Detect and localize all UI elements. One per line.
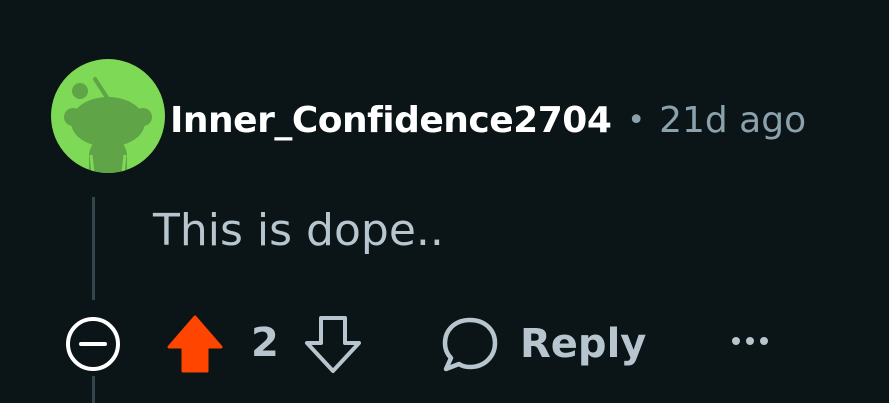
downvote-button[interactable] (303, 313, 363, 375)
snoo-avatar-icon (64, 77, 152, 173)
comment-body: This is dope.. (153, 205, 444, 256)
meta-separator: • (627, 102, 646, 138)
more-options-icon (732, 337, 768, 345)
author-username[interactable]: Inner_Confidence2704 (170, 100, 612, 141)
vote-count: 2 (251, 320, 279, 366)
thread-line-continuation[interactable] (92, 376, 95, 403)
comment-bubble-icon (442, 317, 498, 372)
collapse-icon (66, 317, 120, 371)
thread-line[interactable] (92, 197, 95, 300)
upvote-button[interactable] (165, 313, 225, 375)
comment: Inner_Confidence2704 • 21d ago This is d… (0, 0, 889, 403)
reply-label: Reply (520, 321, 647, 367)
avatar[interactable] (51, 59, 165, 173)
downvote-arrow-icon (305, 316, 361, 373)
comment-action-bar: 2 Reply (0, 306, 889, 378)
more-options-button[interactable] (728, 316, 772, 366)
collapse-button[interactable] (64, 315, 122, 373)
reply-button[interactable]: Reply (440, 312, 646, 376)
upvote-arrow-icon (167, 315, 223, 373)
comment-header: Inner_Confidence2704 • 21d ago (170, 95, 806, 145)
comment-timestamp[interactable]: 21d ago (659, 100, 806, 141)
